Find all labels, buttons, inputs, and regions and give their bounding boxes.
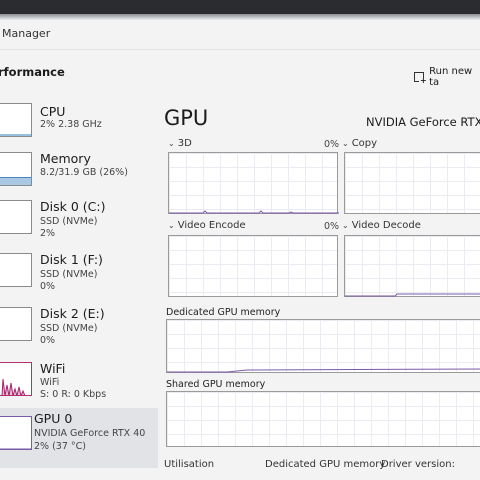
bezel-shadow — [0, 14, 480, 20]
disk1-thumbnail-graph — [0, 253, 32, 287]
title-separator — [0, 49, 480, 50]
sidebar-item-name: WiFi — [40, 361, 66, 376]
title-bar: Manager — [0, 22, 480, 48]
sidebar-item-value: 2% — [40, 228, 56, 239]
sidebar-item-value: S: 0 R: 0 Kbps — [40, 389, 107, 400]
run-new-task-button[interactable]: + Run new ta — [414, 66, 480, 88]
sidebar-item-name: Disk 0 (C:) — [40, 199, 106, 214]
dedicated-memory-graph — [166, 319, 480, 373]
gpu-sparkline — [0, 448, 31, 449]
engine-3d-line — [169, 210, 339, 214]
sidebar-item-value: 0% — [40, 335, 56, 346]
sidebar-item-name: Disk 1 (F:) — [40, 252, 103, 267]
engine-percent: 0% — [324, 221, 340, 232]
engine-percent: 0% — [324, 139, 340, 150]
chevron-down-icon: ⌄ — [168, 139, 175, 148]
page-title: rformance — [0, 65, 65, 79]
engine-graph-3d — [168, 152, 339, 214]
sidebar-item-name: Memory — [40, 151, 91, 166]
sidebar-item-name: GPU 0 — [34, 411, 73, 426]
monitor-bezel — [0, 0, 480, 14]
disk2-thumbnail-graph — [0, 307, 32, 341]
memory-thumbnail-graph — [0, 152, 32, 186]
sidebar-item-detail: WiFi — [40, 377, 60, 388]
wifi-thumbnail-graph — [0, 362, 32, 396]
disk0-thumbnail-graph — [0, 200, 32, 234]
chevron-down-icon: ⌄ — [342, 221, 349, 230]
cpu-sparkline — [0, 134, 31, 136]
sidebar-item-disk-1[interactable]: Disk 1 (F:) SSD (NVMe) 0% — [0, 250, 158, 302]
panel-title: GPU — [164, 106, 209, 130]
engine-selector-3d[interactable]: ⌄ 3D — [168, 138, 192, 149]
wifi-sparkline — [1, 378, 26, 395]
dedicated-memory-line — [167, 368, 480, 373]
engine-selector-copy[interactable]: ⌄ Copy — [342, 138, 377, 149]
engine-video-decode-line — [345, 293, 480, 297]
sidebar-item-wifi[interactable]: WiFi WiFi S: 0 R: 0 Kbps — [0, 354, 158, 406]
sidebar-item-detail: 2% 2.38 GHz — [40, 119, 102, 130]
engine-graph-copy — [344, 152, 480, 214]
shared-memory-graph — [166, 391, 480, 447]
sidebar-item-cpu[interactable]: CPU 2% 2.38 GHz — [0, 95, 158, 147]
sidebar-item-memory[interactable]: Memory 8.2/31.9 GB (26%) — [0, 147, 158, 199]
sidebar-item-gpu-0[interactable]: GPU 0 NVIDIA GeForce RTX 40 2% (37 °C) — [0, 408, 158, 468]
gpu-detail-panel: GPU NVIDIA GeForce RTX ⌄ 3D 0% ⌄ Copy ⌄ … — [158, 95, 480, 480]
chevron-down-icon: ⌄ — [168, 221, 175, 230]
dedicated-memory-label: Dedicated GPU memory — [166, 307, 281, 318]
engine-selector-video-encode[interactable]: ⌄ Video Encode — [168, 220, 246, 231]
sidebar-item-value: 2% (37 °C) — [34, 441, 86, 452]
shared-memory-label: Shared GPU memory — [166, 379, 266, 390]
engine-graph-video-encode — [168, 235, 338, 297]
sidebar-item-value: 0% — [40, 281, 56, 292]
window-title: Manager — [2, 27, 51, 40]
sidebar-item-disk-2[interactable]: Disk 2 (E:) SSD (NVMe) 0% — [0, 302, 158, 354]
utilisation-label: Utilisation — [164, 459, 215, 470]
performance-sidebar: CPU 2% 2.38 GHz Memory 8.2/31.9 GB (26%)… — [0, 95, 158, 480]
dedicated-memory-stat-label: Dedicated GPU memory — [265, 459, 386, 470]
gpu-model-name: NVIDIA GeForce RTX — [366, 115, 480, 129]
sidebar-item-name: Disk 2 (E:) — [40, 306, 105, 321]
driver-version-label: Driver version: — [381, 459, 455, 470]
engine-label: Copy — [351, 138, 378, 149]
engine-graph-video-decode — [344, 235, 480, 297]
sidebar-item-detail: SSD (NVMe) — [40, 216, 98, 227]
engine-label: Video Encode — [177, 220, 246, 231]
engine-selector-video-decode[interactable]: ⌄ Video Decode — [342, 220, 421, 231]
gpu-thumbnail-graph — [0, 416, 32, 450]
sidebar-item-disk-0[interactable]: Disk 0 (C:) SSD (NVMe) 2% — [0, 198, 158, 250]
chevron-down-icon: ⌄ — [342, 139, 349, 148]
run-new-task-label: Run new ta — [429, 66, 473, 88]
engine-label: 3D — [177, 138, 192, 149]
sidebar-item-name: CPU — [40, 104, 66, 119]
sidebar-item-detail: NVIDIA GeForce RTX 40 — [34, 428, 146, 439]
sidebar-item-detail: 8.2/31.9 GB (26%) — [40, 167, 128, 178]
sidebar-item-detail: SSD (NVMe) — [40, 323, 98, 334]
cpu-thumbnail-graph — [0, 103, 32, 137]
memory-usage-fill — [0, 177, 31, 185]
sidebar-item-detail: SSD (NVMe) — [40, 269, 98, 280]
run-task-icon: + — [414, 72, 427, 85]
engine-label: Video Decode — [351, 220, 421, 231]
